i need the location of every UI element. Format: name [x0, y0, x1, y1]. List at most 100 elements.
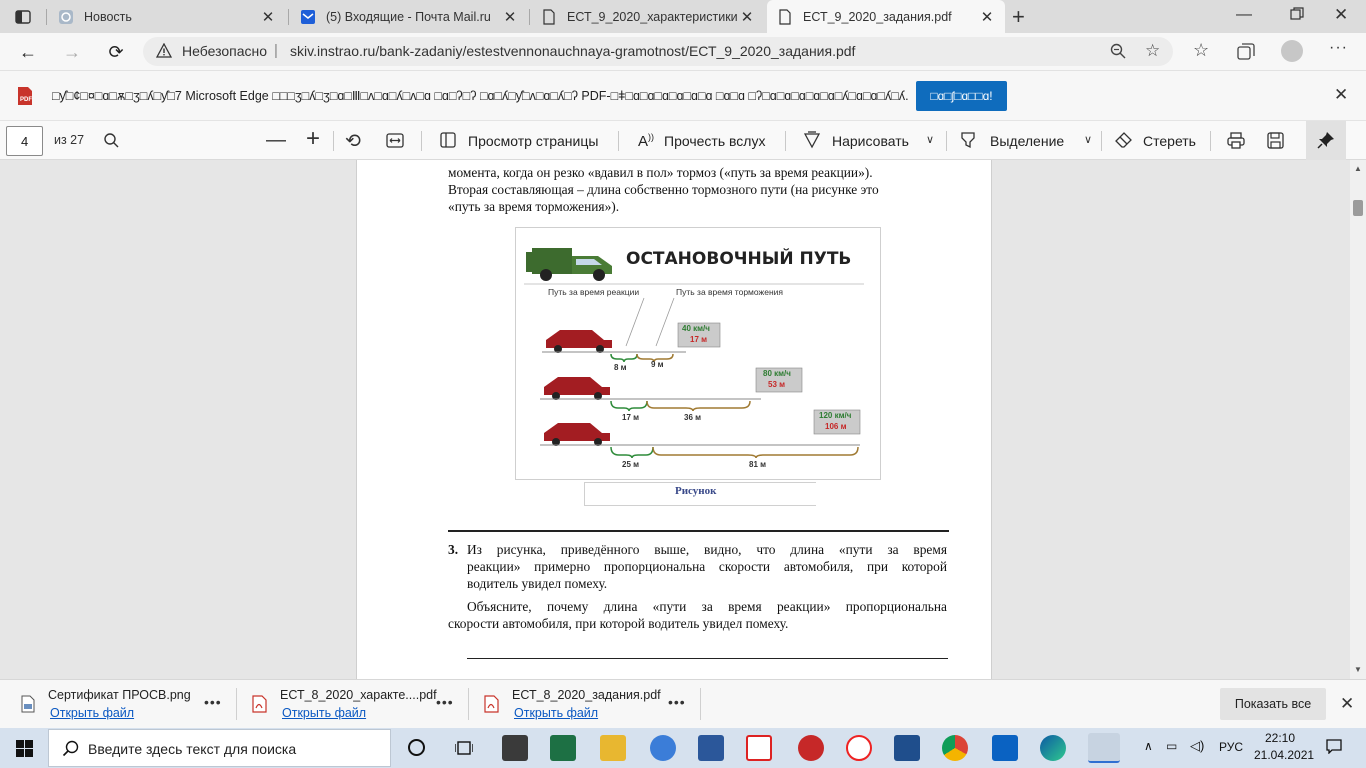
volume-icon[interactable]: ◁) — [1190, 738, 1204, 754]
network-icon[interactable]: ▭ — [1166, 739, 1177, 753]
answer-line[interactable] — [467, 658, 948, 659]
tab-novost[interactable]: Новость ✕ — [48, 0, 286, 33]
open-file-link[interactable]: Открыть файл — [282, 706, 366, 720]
tab-actions-icon[interactable] — [14, 8, 32, 26]
car-row-2 — [540, 377, 761, 400]
more-icon[interactable]: ··· — [1329, 39, 1348, 57]
pdf-app-icon[interactable] — [1088, 733, 1120, 763]
url-field[interactable]: Небезопасно | skiv.instrao.ru/bank-zadan… — [143, 37, 1173, 66]
download-more-icon[interactable]: ••• — [204, 694, 222, 710]
downloads-bar: Сертификат ПРОСВ.png Открыть файл ••• ЕС… — [0, 679, 1366, 728]
media-player-icon[interactable] — [650, 735, 676, 761]
minimize-icon[interactable]: — — [1236, 6, 1252, 24]
save-icon[interactable] — [1267, 132, 1284, 152]
tab-mail[interactable]: (5) Входящие - Почта Mail.ru ✕ — [290, 0, 528, 33]
section-divider — [448, 530, 949, 532]
download-more-icon[interactable]: ••• — [668, 694, 686, 710]
download-item[interactable]: Сертификат ПРОСВ.png Открыть файл ••• — [0, 680, 236, 729]
mail-app-icon[interactable] — [992, 735, 1018, 761]
close-icon[interactable]: ✕ — [1340, 694, 1354, 714]
language-indicator[interactable]: РУС — [1219, 740, 1243, 754]
draw-button[interactable]: Нарисовать — [803, 121, 909, 161]
download-item[interactable]: ЕСТ_8_2020_задания.pdf Открыть файл ••• — [468, 680, 700, 729]
speed-label: 40 км/ч — [682, 324, 710, 333]
total-distance-label: 53 м — [768, 380, 786, 389]
yandex-browser-icon[interactable] — [746, 735, 772, 761]
fit-page-icon[interactable] — [386, 132, 404, 152]
page-view-button[interactable]: Просмотр страницы — [440, 121, 598, 161]
page-number-input[interactable]: 4 — [6, 126, 43, 156]
zoom-out-icon[interactable]: — — [266, 129, 286, 152]
windows-start-icon[interactable] — [16, 740, 33, 760]
search-icon — [62, 740, 79, 760]
zoom-in-icon[interactable]: + — [306, 125, 320, 153]
car-row-3 — [540, 423, 860, 446]
security-status[interactable]: Небезопасно — [182, 43, 267, 59]
question-3-explain-2: скорости автомобиля, при которой водител… — [448, 616, 789, 631]
refresh-icon[interactable]: ⟳ — [102, 38, 130, 66]
download-item[interactable]: ЕСТ_8_2020_характе....pdf Открыть файл •… — [236, 680, 468, 729]
download-file-name: ЕСТ_8_2020_характе....pdf — [280, 688, 437, 702]
close-icon[interactable]: ✕ — [1334, 85, 1348, 105]
url-text[interactable]: skiv.instrao.ru/bank-zadaniy/estestvenno… — [290, 43, 855, 59]
chevron-down-icon[interactable]: ∨ — [926, 133, 934, 146]
file-explorer-icon[interactable] — [600, 735, 626, 761]
close-icon[interactable]: ✕ — [502, 8, 518, 26]
tray-chevron-icon[interactable]: ∧ — [1144, 739, 1153, 753]
tab-bar: Новость ✕ (5) Входящие - Почта Mail.ru ✕… — [0, 0, 1366, 33]
chrome-icon[interactable] — [942, 735, 968, 761]
back-icon[interactable]: ← — [14, 38, 42, 66]
notifications-icon[interactable] — [1326, 738, 1342, 757]
download-more-icon[interactable]: ••• — [436, 694, 454, 710]
download-file-name: ЕСТ_8_2020_задания.pdf — [512, 688, 661, 702]
chevron-down-icon[interactable]: ∨ — [1084, 133, 1092, 146]
tab-zadaniya[interactable]: ЕСТ_9_2020_задания.pdf ✕ — [767, 0, 1005, 33]
open-file-link[interactable]: Открыть файл — [50, 706, 134, 720]
favorites-icon[interactable]: ☆ — [1193, 40, 1209, 61]
yandex-icon[interactable] — [846, 735, 872, 761]
new-tab-icon[interactable]: + — [1012, 4, 1025, 30]
close-icon[interactable]: ✕ — [739, 8, 755, 26]
read-aloud-label: Прочесть вслух — [664, 133, 766, 149]
tab-characteristics[interactable]: ЕСТ_9_2020_характеристики задан ✕ — [531, 0, 765, 33]
clock-time[interactable]: 22:10 — [1265, 731, 1295, 745]
braking-distance-label: 81 м — [749, 460, 767, 469]
collections-icon[interactable] — [1237, 43, 1255, 64]
forward-icon[interactable]: → — [58, 38, 86, 66]
show-all-button[interactable]: Показать все — [1220, 688, 1326, 720]
read-aloud-button[interactable]: A)) Прочесть вслух — [638, 121, 765, 161]
edge-icon[interactable] — [1040, 735, 1066, 761]
profile-avatar[interactable] — [1281, 40, 1303, 62]
task-view-icon[interactable] — [454, 740, 474, 759]
power-app-icon[interactable] — [798, 735, 824, 761]
add-favorite-icon[interactable]: ☆ — [1145, 41, 1160, 61]
info-action-button[interactable]: □ɑ□ʃ□ɑ□□ɑ! — [916, 81, 1007, 111]
vertical-scrollbar[interactable]: ▲ ▼ — [1350, 160, 1366, 679]
open-file-link[interactable]: Открыть файл — [514, 706, 598, 720]
speed-label: 120 км/ч — [819, 411, 852, 420]
zoom-icon[interactable] — [1109, 42, 1127, 63]
scroll-thumb[interactable] — [1353, 200, 1363, 216]
store-icon[interactable] — [502, 735, 528, 761]
print-icon[interactable] — [1227, 132, 1245, 152]
app-icon[interactable] — [894, 735, 920, 761]
clock-date[interactable]: 21.04.2021 — [1254, 748, 1314, 762]
cortana-icon[interactable] — [408, 739, 425, 756]
warning-icon[interactable] — [155, 42, 173, 62]
intro-line-1: момента, когда он резко «вдавил в пол» т… — [448, 165, 873, 180]
highlight-button[interactable]: Выделение — [960, 121, 1064, 161]
erase-button[interactable]: Стереть — [1115, 121, 1196, 161]
pin-toolbar-button[interactable] — [1306, 121, 1346, 160]
word-icon[interactable] — [698, 735, 724, 761]
rotate-icon[interactable]: ⟲ — [345, 130, 361, 153]
taskbar-search-input[interactable]: Введите здесь текст для поиска — [48, 729, 391, 767]
close-window-icon[interactable]: ✕ — [1334, 5, 1348, 25]
scroll-down-icon[interactable]: ▼ — [1354, 665, 1362, 674]
question-3-line-1: Из рисунка, приведённого выше, видно, чт… — [467, 542, 947, 557]
scroll-up-icon[interactable]: ▲ — [1354, 164, 1362, 173]
search-icon[interactable] — [103, 132, 120, 152]
excel-icon[interactable] — [550, 735, 576, 761]
restore-icon[interactable] — [1290, 7, 1304, 24]
close-icon[interactable]: ✕ — [260, 8, 276, 26]
close-icon[interactable]: ✕ — [979, 8, 995, 26]
